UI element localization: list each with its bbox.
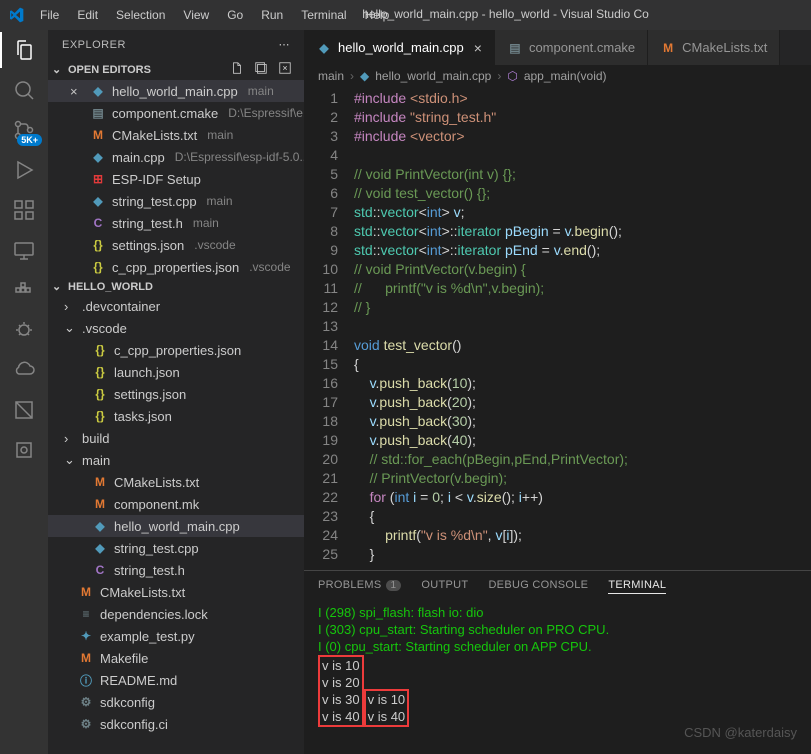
menu-selection[interactable]: Selection bbox=[108, 4, 173, 26]
run-icon[interactable] bbox=[12, 158, 36, 182]
file-item[interactable]: MCMakeLists.txt bbox=[48, 471, 304, 493]
code-editor[interactable]: 1234567891011121314151617181920212223242… bbox=[304, 87, 811, 570]
file-item[interactable]: Mcomponent.mk bbox=[48, 493, 304, 515]
remote-icon[interactable] bbox=[12, 238, 36, 262]
file-item[interactable]: MMakefile bbox=[48, 647, 304, 669]
explorer-title: EXPLORER bbox=[62, 39, 126, 51]
open-editor-item[interactable]: {} settings.json .vscode bbox=[48, 234, 304, 256]
tab-close-icon[interactable]: × bbox=[474, 40, 482, 56]
close-icon[interactable]: × bbox=[70, 84, 84, 99]
chevron-right-icon: › bbox=[64, 431, 76, 446]
watermark: CSDN @katerdaisy bbox=[684, 725, 797, 740]
open-editor-item[interactable]: ⊞ ESP-IDF Setup bbox=[48, 168, 304, 190]
file-item[interactable]: {}tasks.json bbox=[48, 405, 304, 427]
chevron-down-icon: ⌄ bbox=[64, 452, 76, 468]
bug-icon[interactable] bbox=[12, 318, 36, 342]
sidebar-actions[interactable]: ⋯ bbox=[279, 38, 291, 51]
editor-tab[interactable]: ◆hello_world_main.cpp × bbox=[304, 30, 495, 65]
open-editors-header[interactable]: ⌄ OPEN EDITORS bbox=[48, 59, 304, 80]
layout-icon[interactable] bbox=[12, 398, 36, 422]
function-icon: ⬡ bbox=[507, 69, 517, 83]
menu-edit[interactable]: Edit bbox=[69, 4, 106, 26]
cloud-icon[interactable] bbox=[12, 358, 36, 382]
file-item[interactable]: ≡dependencies.lock bbox=[48, 603, 304, 625]
file-item[interactable]: ✦example_test.py bbox=[48, 625, 304, 647]
esp-icon[interactable] bbox=[12, 438, 36, 462]
menu-run[interactable]: Run bbox=[253, 4, 291, 26]
file-item[interactable]: {}c_cpp_properties.json bbox=[48, 339, 304, 361]
docker-icon[interactable] bbox=[12, 278, 36, 302]
save-all-icon[interactable] bbox=[254, 61, 268, 78]
chevron-down-icon: ⌄ bbox=[64, 320, 76, 336]
sidebar-header: EXPLORER ⋯ bbox=[48, 30, 304, 59]
editor-tab[interactable]: ▤component.cmake bbox=[495, 30, 648, 65]
search-icon[interactable] bbox=[12, 78, 36, 102]
file-item[interactable]: {}launch.json bbox=[48, 361, 304, 383]
chevron-down-icon: ⌄ bbox=[52, 63, 64, 76]
file-item[interactable]: ⚙sdkconfig.ci bbox=[48, 713, 304, 735]
file-item[interactable]: ⓘREADME.md bbox=[48, 669, 304, 691]
extensions-icon[interactable] bbox=[12, 198, 36, 222]
panel-tab-problems[interactable]: PROBLEMS1 bbox=[318, 577, 401, 594]
file-item[interactable]: ◆string_test.cpp bbox=[48, 537, 304, 559]
file-item[interactable]: ◆hello_world_main.cpp bbox=[48, 515, 304, 537]
new-file-icon[interactable] bbox=[230, 61, 244, 78]
open-editor-item[interactable]: ▤ component.cmake D:\Espressif\e... bbox=[48, 102, 304, 124]
panel-tabs: PROBLEMS1 OUTPUT DEBUG CONSOLE TERMINAL bbox=[304, 571, 811, 600]
sc-badge: 5K+ bbox=[17, 134, 42, 146]
menu-terminal[interactable]: Terminal bbox=[293, 4, 354, 26]
file-item[interactable]: ⚙sdkconfig bbox=[48, 691, 304, 713]
panel-tab-output[interactable]: OUTPUT bbox=[421, 577, 468, 594]
folder-item[interactable]: › .devcontainer bbox=[48, 295, 304, 317]
explorer-icon[interactable] bbox=[12, 38, 36, 62]
main-menu: FileEditSelectionViewGoRunTerminalHelp bbox=[32, 4, 397, 26]
titlebar: FileEditSelectionViewGoRunTerminalHelp h… bbox=[0, 0, 811, 30]
editor-area: ◆hello_world_main.cpp × ▤component.cmake… bbox=[304, 30, 811, 754]
open-editor-item[interactable]: ◆ main.cpp D:\Espressif\esp-idf-5.0... bbox=[48, 146, 304, 168]
sidebar: EXPLORER ⋯ ⌄ OPEN EDITORS × ◆ hello_worl… bbox=[48, 30, 304, 754]
file-tree: › .devcontainer ⌄ .vscode {}c_cpp_proper… bbox=[48, 295, 304, 754]
project-header[interactable]: ⌄ HELLO_WORLD bbox=[48, 278, 304, 295]
panel-tab-terminal[interactable]: TERMINAL bbox=[608, 577, 666, 594]
open-editor-item[interactable]: C string_test.h main bbox=[48, 212, 304, 234]
menu-go[interactable]: Go bbox=[219, 4, 251, 26]
folder-item[interactable]: › build bbox=[48, 427, 304, 449]
vscode-logo-icon bbox=[8, 7, 24, 23]
menu-view[interactable]: View bbox=[175, 4, 217, 26]
chevron-right-icon: › bbox=[64, 299, 76, 314]
open-editor-item[interactable]: M CMakeLists.txt main bbox=[48, 124, 304, 146]
chevron-down-icon: ⌄ bbox=[52, 280, 64, 293]
menu-help[interactable]: Help bbox=[357, 4, 398, 26]
open-editors-list: × ◆ hello_world_main.cpp main ▤ componen… bbox=[48, 80, 304, 278]
activity-bar: 5K+ bbox=[0, 30, 48, 754]
folder-item[interactable]: ⌄ main bbox=[48, 449, 304, 471]
code-content[interactable]: #include <stdio.h> #include "string_test… bbox=[354, 87, 811, 570]
line-gutter: 1234567891011121314151617181920212223242… bbox=[304, 87, 354, 570]
open-editor-item[interactable]: × ◆ hello_world_main.cpp main bbox=[48, 80, 304, 102]
source-control-icon[interactable]: 5K+ bbox=[12, 118, 36, 142]
file-item[interactable]: Cstring_test.h bbox=[48, 559, 304, 581]
editor-tabs: ◆hello_world_main.cpp × ▤component.cmake… bbox=[304, 30, 811, 65]
menu-file[interactable]: File bbox=[32, 4, 67, 26]
folder-item[interactable]: ⌄ .vscode bbox=[48, 317, 304, 339]
close-all-icon[interactable] bbox=[278, 61, 292, 78]
file-item[interactable]: {}settings.json bbox=[48, 383, 304, 405]
cpp-icon: ◆ bbox=[360, 69, 369, 83]
open-editor-item[interactable]: {} c_cpp_properties.json .vscode bbox=[48, 256, 304, 278]
editor-tab[interactable]: MCMakeLists.txt bbox=[648, 30, 780, 65]
panel-tab-debug-console[interactable]: DEBUG CONSOLE bbox=[488, 577, 588, 594]
open-editor-item[interactable]: ◆ string_test.cpp main bbox=[48, 190, 304, 212]
breadcrumb[interactable]: main › ◆ hello_world_main.cpp › ⬡ app_ma… bbox=[304, 65, 811, 87]
file-item[interactable]: MCMakeLists.txt bbox=[48, 581, 304, 603]
